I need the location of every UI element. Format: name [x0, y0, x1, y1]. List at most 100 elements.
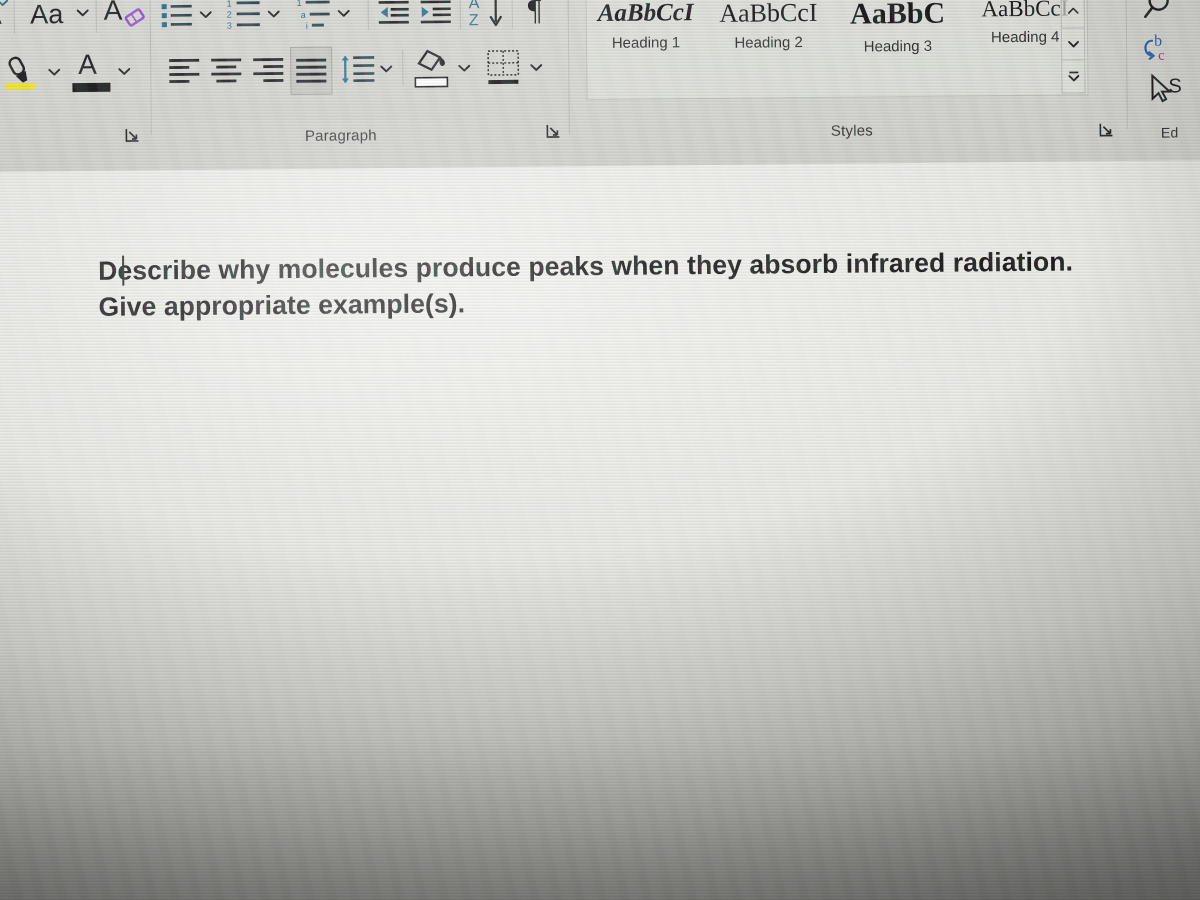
line-spacing-chevron-icon[interactable]: [376, 58, 396, 80]
multilevel-list-icon: 1 a i: [297, 0, 330, 31]
chevron-down-icon: [267, 10, 280, 18]
document-paragraph[interactable]: Describe why molecules produce peaks whe…: [98, 242, 1189, 325]
font-color-swatch: [72, 82, 111, 93]
group-separator-font-paragraph: [149, 0, 152, 135]
svg-text:1: 1: [227, 0, 232, 9]
text-caret: [122, 255, 125, 286]
svg-text:2: 2: [227, 10, 232, 20]
gallery-scroll-up-button[interactable]: [1060, 0, 1085, 29]
borders-chevron-icon[interactable]: [526, 57, 546, 79]
pilcrow-icon: ¶: [527, 0, 542, 27]
bullets-button[interactable]: [160, 0, 194, 32]
svg-text:b: b: [1154, 33, 1162, 50]
editing-group-label: Ed: [1160, 124, 1179, 141]
style-preview: AaBbCcI: [597, 0, 694, 28]
font-color-chevron-icon[interactable]: [114, 60, 134, 82]
numbered-list-icon: 1 2 3: [227, 0, 260, 31]
replace-button[interactable]: b c: [1138, 30, 1182, 66]
align-left-icon: [169, 58, 200, 83]
align-right-button[interactable]: [250, 51, 286, 89]
gallery-scroll-down-button[interactable]: [1060, 27, 1086, 61]
find-button[interactable]: [1140, 0, 1180, 25]
styles-dialog-launcher[interactable]: [1099, 122, 1114, 137]
increase-indent-button[interactable]: [418, 0, 454, 30]
change-case-chevron-icon[interactable]: [74, 3, 92, 23]
chevron-up-icon: [1067, 7, 1079, 15]
clear-all-formatting-button[interactable]: A: [102, 0, 150, 35]
center-button[interactable]: [208, 51, 244, 89]
align-left-button[interactable]: [166, 52, 202, 90]
chevron-down-icon: [380, 65, 393, 73]
chevron-down-icon: [1067, 40, 1079, 48]
separator: [13, 0, 15, 34]
chevron-down-icon: [76, 9, 89, 17]
numbering-chevron-icon[interactable]: [264, 3, 284, 25]
line-spacing-icon: [341, 55, 375, 84]
shading-chevron-icon[interactable]: [454, 57, 474, 79]
font-color-label: A: [78, 48, 98, 81]
highlighter-icon: [5, 56, 36, 90]
decrease-indent-icon: [378, 0, 409, 24]
borders-button[interactable]: [482, 45, 524, 91]
select-button[interactable]: S: [1138, 70, 1182, 106]
styles-gallery-scrollbar[interactable]: [1060, 0, 1086, 94]
font-color-button[interactable]: A: [70, 48, 114, 97]
multilevel-list-chevron-icon[interactable]: [334, 2, 354, 24]
chevron-down-icon: [199, 11, 212, 19]
paragraph-group-label: Paragraph: [304, 127, 377, 145]
font-dialog-launcher[interactable]: [125, 127, 140, 142]
group-separator-styles-editing: [1125, 0, 1128, 129]
style-name: Heading 4: [990, 28, 1060, 47]
chevron-down-icon: [0, 0, 9, 6]
chevron-down-icon: [458, 64, 471, 72]
magnifier-icon: [1144, 0, 1169, 19]
style-name: Heading 1: [611, 34, 681, 53]
increase-indent-icon: [420, 0, 451, 24]
decrease-indent-button[interactable]: [376, 0, 412, 30]
style-item-heading-2[interactable]: AaBbCcI Heading 2: [704, 0, 832, 56]
bulleted-list-icon: [161, 4, 192, 28]
styles-gallery[interactable]: AaBbCcI Heading 1 AaBbCcI Heading 2 AaBb…: [585, 0, 1089, 101]
bullets-chevron-icon[interactable]: [196, 4, 216, 26]
justify-button[interactable]: [290, 46, 333, 95]
style-preview: AaBbC: [849, 0, 946, 31]
dialog-launcher-icon: [125, 129, 139, 142]
show-hide-marks-button[interactable]: ¶: [518, 0, 552, 31]
group-separator-paragraph-styles: [567, 0, 570, 135]
svg-text:i: i: [306, 21, 308, 31]
style-item-heading-3[interactable]: AaBbC Heading 3: [832, 0, 964, 59]
shading-button[interactable]: [410, 45, 452, 91]
separator: [95, 0, 97, 33]
align-justify-icon: [296, 58, 327, 83]
style-item-heading-1[interactable]: AaBbCcI Heading 1: [587, 0, 705, 56]
multilevel-list-button[interactable]: 1 a i: [296, 0, 334, 33]
text-highlight-color-button[interactable]: [0, 53, 43, 95]
word-ribbon: A Aa A: [0, 0, 1200, 175]
chevron-down-icon: [337, 9, 350, 17]
style-preview: AaBbCcI: [981, 0, 1069, 22]
numbering-button[interactable]: 1 2 3: [226, 0, 262, 34]
gallery-more-button[interactable]: [1061, 59, 1086, 94]
separator: [367, 0, 369, 31]
paragraph-dialog-launcher[interactable]: [546, 123, 561, 138]
svg-text:c: c: [1158, 49, 1164, 64]
sort-az-icon: A Z: [469, 0, 502, 29]
svg-text:1: 1: [297, 0, 302, 8]
change-case-button[interactable]: Aa: [20, 0, 74, 34]
svg-text:A: A: [469, 0, 480, 12]
highlight-color-chevron-icon[interactable]: [44, 61, 64, 83]
separator: [459, 0, 461, 30]
align-right-icon: [253, 58, 284, 83]
dialog-launcher-icon: [546, 125, 560, 138]
change-case-label: Aa: [30, 0, 64, 29]
separator: [511, 0, 513, 29]
shrink-font-button[interactable]: A: [0, 0, 10, 34]
chevron-down-icon: [118, 68, 131, 75]
line-and-paragraph-spacing-button[interactable]: [338, 50, 376, 88]
photographed-screen: A Aa A: [0, 0, 1200, 900]
paint-bucket-icon: [414, 49, 449, 88]
chevron-down-icon: [530, 64, 543, 71]
document-canvas[interactable]: Describe why molecules produce peaks whe…: [0, 160, 1200, 900]
sort-button[interactable]: A Z: [466, 0, 508, 31]
separator: [402, 49, 404, 86]
